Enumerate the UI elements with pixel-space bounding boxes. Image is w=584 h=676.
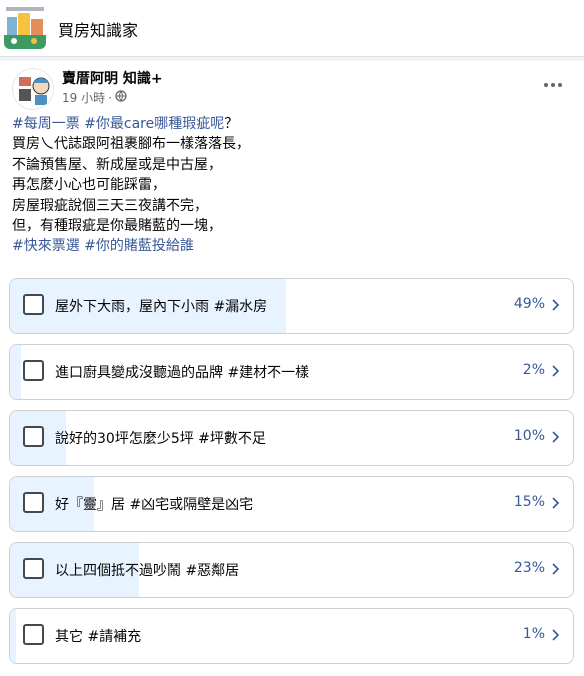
poll-option-label: 以上四個抵不過吵鬧 #惡鄰居 [55,563,240,579]
post-text-line: 再怎麼小心也可能踩雷， [12,175,572,195]
poll-option[interactable]: 屋外下大雨，屋內下小雨 #漏水房 49% [9,278,574,334]
poll-percent[interactable]: 23% [514,560,545,576]
chevron-right-icon[interactable] [551,496,561,510]
post-time[interactable]: 19 小時 [62,89,105,106]
chevron-right-icon[interactable] [551,562,561,576]
poll-checkbox[interactable] [23,426,44,447]
poll-option-label: 其它 #請補充 [55,629,142,645]
page: 買房知識家 賣厝阿明 知識+ 19 小時 · #每周一票 #你最care哪種瑕疵… [0,0,584,676]
post-text: 買房乀代誌跟阿祖裹腳布一樣落落長， [12,136,250,153]
poll-checkbox[interactable] [23,360,44,381]
poll-option[interactable]: 以上四個抵不過吵鬧 #惡鄰居 23% [9,542,574,598]
chevron-right-icon[interactable] [551,364,561,378]
more-options-button[interactable] [536,74,570,96]
more-dots-icon [544,83,548,87]
globe-icon [115,90,127,105]
group-header: 買房知識家 [0,0,584,57]
poll-percent[interactable]: 15% [514,494,545,510]
chevron-right-icon[interactable] [551,298,561,312]
poll-option[interactable]: 說好的30坪怎麼少5坪 #坪數不足 10% [9,410,574,466]
post-body: #每周一票 #你最care哪種瑕疵呢？ 買房乀代誌跟阿祖裹腳布一樣落落長， 不論預售… [12,114,572,257]
post-text: 不論預售屋、新成屋或是中古屋， [12,156,222,173]
poll-option[interactable]: 進口廚具變成沒聽過的品牌 #建材不一樣 2% [9,344,574,400]
post-text-line: #快來票選 #你的賭藍投給誰 [12,236,572,256]
poll-result-bar [10,345,22,399]
post-text-line: 房屋瑕疵說個三天三夜講不完， [12,196,572,216]
poll-checkbox[interactable] [23,558,44,579]
hashtag-link[interactable]: #每周一票 #你最care哪種瑕疵呢 [12,116,224,132]
author-avatar[interactable] [12,68,54,110]
post-meta: 19 小時 · [62,89,127,106]
group-name[interactable]: 買房知識家 [58,17,138,41]
poll-option-label: 屋外下大雨，屋內下小雨 #漏水房 [55,299,268,315]
post-text: 但，有種瑕疵是你最賭藍的一塊， [12,218,222,235]
poll-percent[interactable]: 1% [523,626,545,642]
poll-checkbox[interactable] [23,624,44,645]
post-text: ？ [224,116,239,132]
poll-checkbox[interactable] [23,492,44,513]
post-text-line: 不論預售屋、新成屋或是中古屋， [12,155,572,175]
poll-option-label: 說好的30坪怎麼少5坪 #坪數不足 [55,431,266,447]
post-text: 房屋瑕疵說個三天三夜講不完， [12,197,208,214]
poll-percent[interactable]: 49% [514,296,545,312]
poll-option-label: 進口廚具變成沒聽過的品牌 #建材不一樣 [55,365,310,381]
hashtag-link[interactable]: #快來票選 #你的賭藍投給誰 [12,238,194,254]
poll-option[interactable]: 其它 #請補充 1% [9,608,574,664]
poll-option-label: 好『靈』居 #凶宅或隔壁是凶宅 [55,497,254,513]
author-name[interactable]: 賣厝阿明 知識+ [62,68,163,88]
chevron-right-icon[interactable] [551,628,561,642]
chevron-right-icon[interactable] [551,430,561,444]
poll-percent[interactable]: 2% [523,362,545,378]
group-logo-icon[interactable] [4,3,46,49]
poll-checkbox[interactable] [23,294,44,315]
post-text-line: 但，有種瑕疵是你最賭藍的一塊， [12,216,572,236]
post-text-line: #每周一票 #你最care哪種瑕疵呢？ [12,114,572,134]
poll-percent[interactable]: 10% [514,428,545,444]
poll-option[interactable]: 好『靈』居 #凶宅或隔壁是凶宅 15% [9,476,574,532]
post-text-line: 買房乀代誌跟阿祖裹腳布一樣落落長， [12,134,572,154]
dot-separator: · [108,90,112,105]
post-text: 再怎麼小心也可能踩雷， [12,177,166,194]
poll-result-bar [10,609,16,663]
